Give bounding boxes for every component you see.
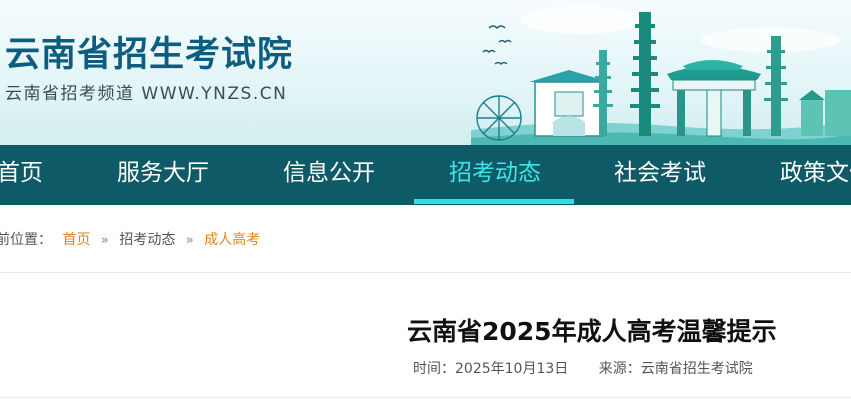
site-subtitle: 云南省招考频道 WWW.YNZS.CN bbox=[5, 84, 288, 104]
article-meta: 时间：2025年10月13日 来源：云南省招生考试院 bbox=[413, 358, 753, 378]
nav-item-info-disclosure[interactable]: 信息公开 bbox=[283, 145, 375, 205]
breadcrumb-home-link[interactable]: 首页 bbox=[62, 229, 90, 249]
nav-item-policy-files[interactable]: 政策文件 bbox=[780, 145, 851, 205]
meta-source-label: 来源： bbox=[598, 361, 641, 377]
meta-time-value: 2025年10月13日 bbox=[455, 361, 569, 377]
breadcrumb-exam-news-link[interactable]: 招考动态 bbox=[119, 229, 175, 249]
nav-item-service-hall[interactable]: 服务大厅 bbox=[117, 145, 209, 205]
breadcrumb-current[interactable]: 成人高考 bbox=[204, 229, 260, 249]
yunnan-landmarks-illustration bbox=[471, 6, 851, 145]
meta-time-label: 时间： bbox=[413, 361, 455, 377]
nav-item-exam-news[interactable]: 招考动态 bbox=[449, 145, 541, 205]
breadcrumb-separator-icon: » bbox=[185, 233, 194, 248]
meta-divider bbox=[0, 397, 851, 398]
breadcrumb-separator-icon: » bbox=[100, 233, 109, 248]
section-divider bbox=[0, 272, 851, 273]
nav-active-indicator bbox=[414, 199, 574, 204]
header-banner: 云南省招生考试院 云南省招考频道 WWW.YNZS.CN bbox=[0, 0, 851, 145]
meta-source-value: 云南省招生考试院 bbox=[640, 361, 753, 377]
nav-item-home[interactable]: 首页 bbox=[0, 145, 43, 205]
breadcrumb-prefix: 前位置： bbox=[0, 232, 52, 248]
nav-item-social-exams[interactable]: 社会考试 bbox=[614, 145, 706, 205]
breadcrumb: 前位置： 首页 » 招考动态 » 成人高考 bbox=[0, 229, 260, 249]
main-nav: 首页 服务大厅 信息公开 招考动态 社会考试 政策文件 bbox=[0, 145, 851, 205]
article-title: 云南省2025年成人高考温馨提示 bbox=[407, 317, 777, 346]
site-title: 云南省招生考试院 bbox=[5, 35, 294, 75]
